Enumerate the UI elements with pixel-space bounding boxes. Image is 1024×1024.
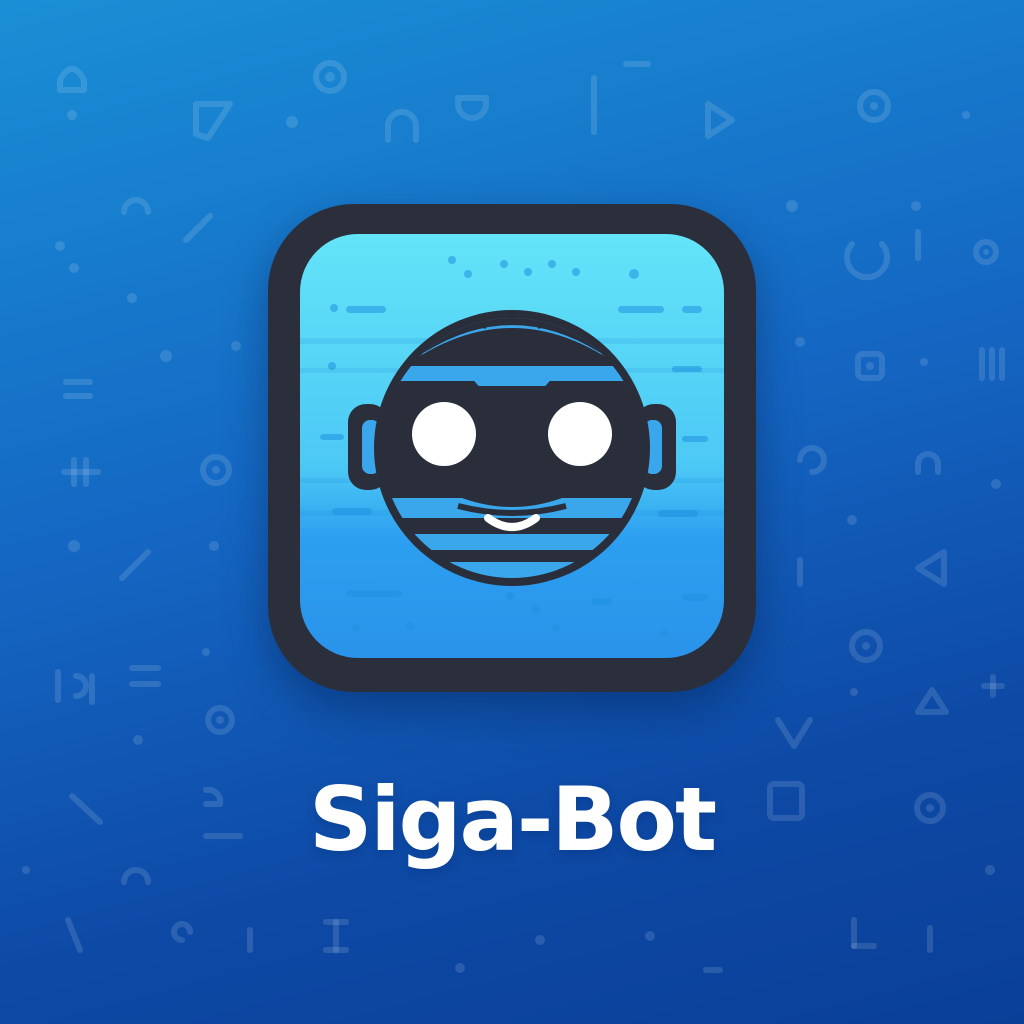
app-logo bbox=[262, 198, 762, 698]
robot-face-icon bbox=[268, 204, 756, 692]
app-title: Siga-Bot bbox=[308, 768, 717, 871]
